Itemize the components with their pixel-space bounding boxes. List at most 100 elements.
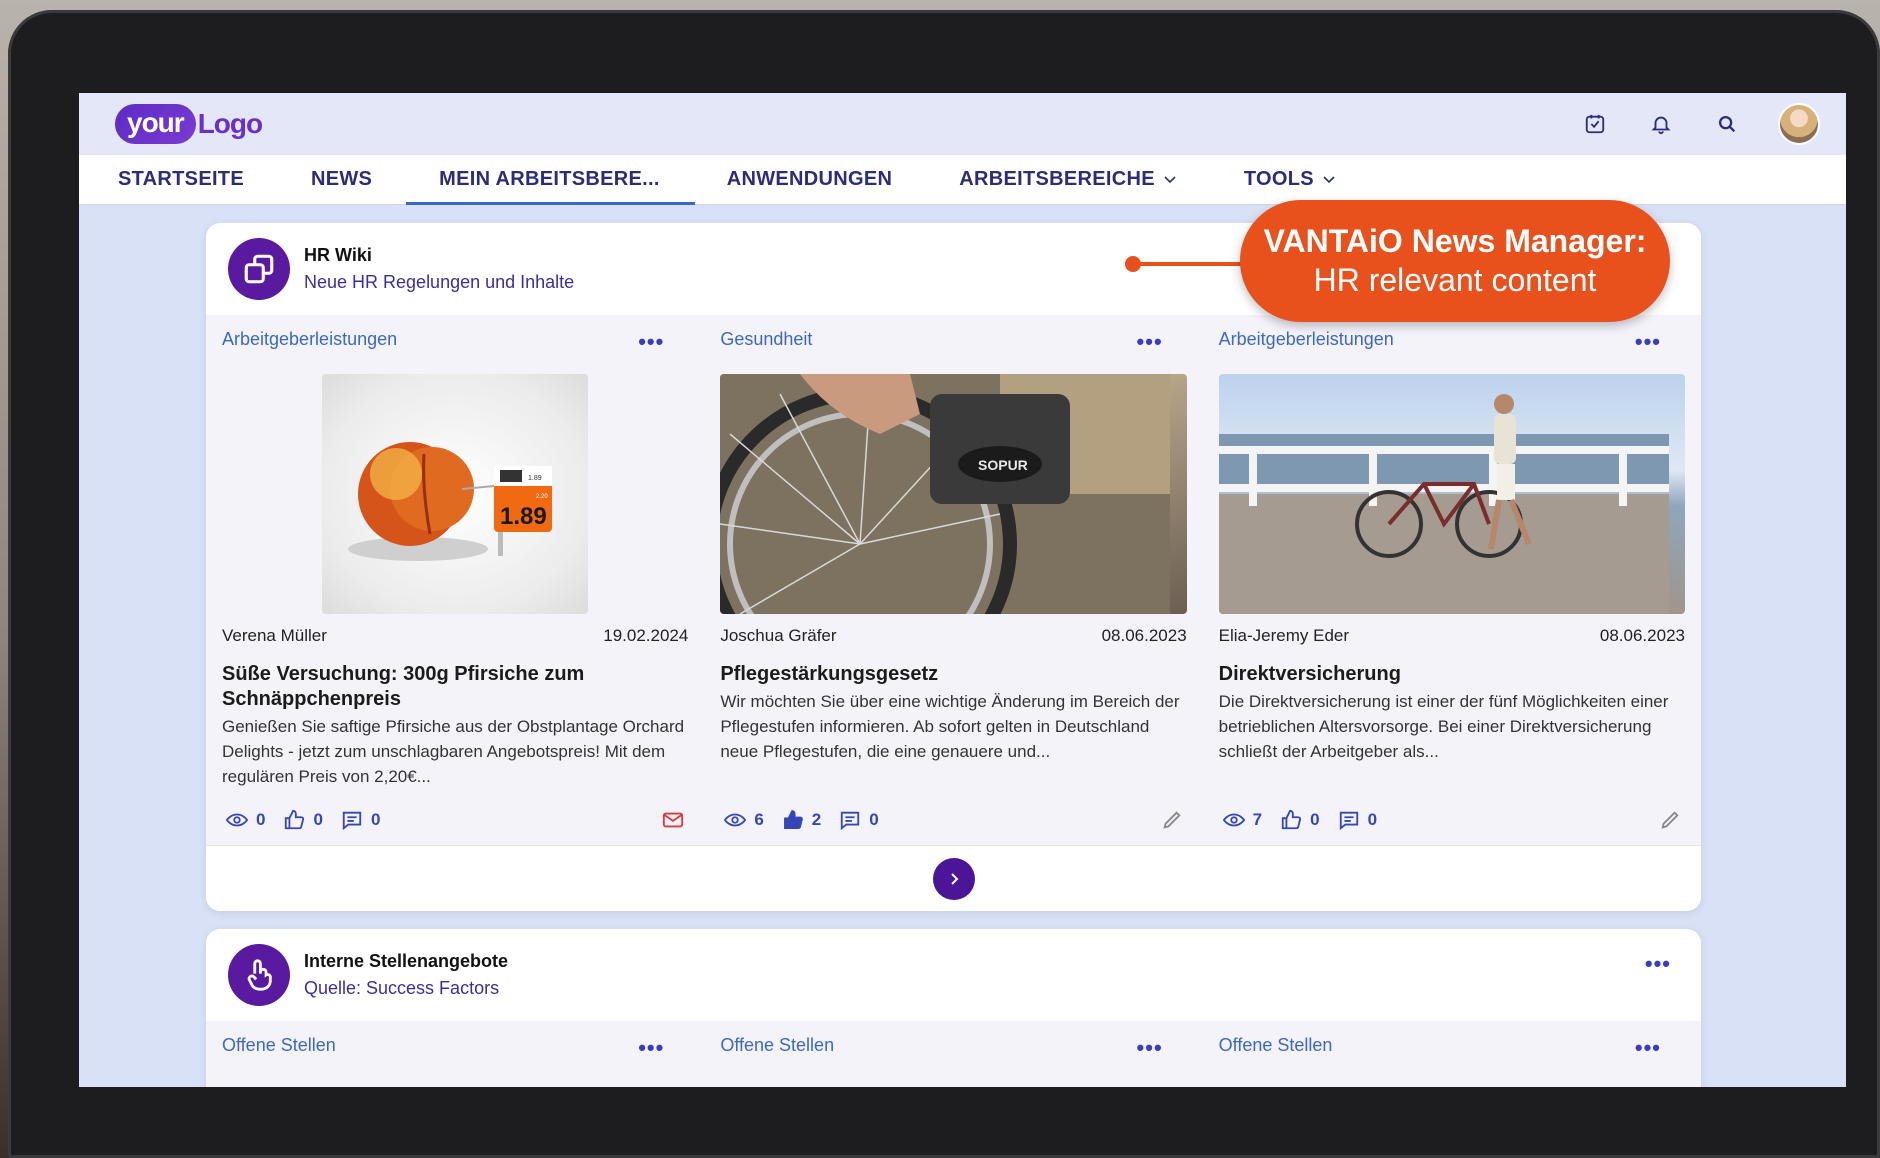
article-card[interactable]: Gesundheit ••• SOPUR Joschua Gräfer 08.0… (704, 315, 1202, 845)
article-card[interactable]: Arbeitgeberleistungen ••• (206, 315, 704, 845)
thumbs-up-icon (285, 809, 305, 830)
nav-label: ARBEITSBEREICHE (959, 168, 1155, 190)
views-count: 6 (754, 810, 764, 829)
article-title[interactable]: Süße Versuchung: 300g Pfirsiche zum Schn… (222, 662, 688, 712)
wheel-brand-label: SOPUR (978, 457, 1028, 473)
comment-icon (841, 811, 860, 831)
job-column[interactable]: Offene Stellen ••• (704, 1021, 1202, 1060)
wheelchair-icon: SOPUR (720, 374, 1171, 614)
price-label: 1.89 (500, 503, 547, 530)
article-meta: Elia-Jeremy Eder 08.06.2023 (1219, 626, 1685, 646)
job-column[interactable]: Offene Stellen ••• (206, 1021, 704, 1060)
thumbs-up-icon (1281, 809, 1302, 830)
job-column[interactable]: Offene Stellen ••• (1203, 1021, 1701, 1060)
search-icon[interactable] (1712, 109, 1742, 139)
comment-icon (1339, 811, 1358, 831)
article-category[interactable]: Gesundheit (720, 329, 1186, 350)
copy-icon (228, 238, 290, 300)
nav-arbeitsbereiche[interactable]: ARBEITSBEREICHE (959, 155, 1177, 205)
nav-label: TOOLS (1243, 168, 1314, 190)
article-title[interactable]: Pflegestärkungsgesetz (720, 662, 1186, 687)
edit-button[interactable] (1659, 809, 1681, 831)
jobs-area: Offene Stellen ••• Offene Stellen ••• Of… (206, 1021, 1701, 1087)
nav-label: NEWS (310, 168, 373, 190)
article-author: Joschua Gräfer (720, 626, 837, 645)
logo-part-your: your (115, 104, 196, 144)
mail-button[interactable] (662, 811, 684, 829)
mail-icon (663, 812, 684, 828)
top-bar: your Logo (79, 93, 1846, 155)
more-options-icon[interactable]: ••• (638, 329, 664, 355)
article-date: 08.06.2023 (1599, 626, 1685, 645)
views-stat: 7 (1222, 810, 1263, 830)
more-options-icon[interactable]: ••• (1635, 1035, 1661, 1061)
comment-button[interactable]: 0 (341, 809, 380, 831)
avatar[interactable] (1778, 103, 1820, 145)
article-stats: 0 0 0 (226, 809, 684, 831)
chevron-down-icon (1164, 175, 1176, 183)
job-category[interactable]: Offene Stellen (222, 1035, 688, 1056)
thumbs-up-filled-icon (783, 810, 803, 829)
article-image[interactable]: SOPUR (720, 374, 1187, 614)
bell-icon[interactable] (1646, 109, 1676, 139)
article-meta: Verena Müller 19.02.2024 (222, 626, 688, 646)
views-count: 7 (1252, 810, 1263, 829)
comment-button[interactable]: 0 (1338, 809, 1377, 831)
card-title: HR Wiki (304, 245, 372, 265)
card-title: Interne Stellenangebote (304, 951, 509, 971)
chevron-down-icon (1323, 175, 1335, 183)
job-category[interactable]: Offene Stellen (720, 1035, 1186, 1056)
peach-icon: 1.89 2.20 1.89 (348, 442, 552, 561)
next-page-button[interactable] (932, 857, 975, 900)
nav-startseite[interactable]: STARTSEITE (118, 155, 244, 205)
card-subtitle: Quelle: Success Factors (304, 978, 500, 998)
nav-anwendungen[interactable]: ANWENDUNGEN (727, 155, 893, 205)
article-category[interactable]: Arbeitgeberleistungen (1219, 329, 1685, 350)
more-options-icon[interactable]: ••• (1137, 329, 1163, 355)
article-teaser: Wir möchten Sie über eine wichtige Änder… (720, 692, 1180, 761)
likes-count: 0 (313, 810, 323, 829)
comments-count: 0 (370, 810, 381, 829)
like-button[interactable]: 2 (782, 809, 821, 831)
like-button[interactable]: 0 (1280, 809, 1320, 831)
logo[interactable]: your Logo (115, 104, 263, 144)
more-options-icon[interactable]: ••• (1645, 951, 1671, 977)
eye-icon (724, 813, 747, 827)
jobs-card: Interne Stellenangebote Quelle: Success … (206, 929, 1701, 1087)
article-teaser: Genießen Sie saftige Pfirsiche aus der O… (222, 717, 685, 786)
article-meta: Joschua Gräfer 08.06.2023 (720, 626, 1186, 646)
more-options-icon[interactable]: ••• (1635, 329, 1661, 355)
article-teaser: Die Direktversicherung ist einer der fün… (1218, 692, 1669, 761)
price-small-label: 1.89 (528, 475, 542, 482)
callout-line1: VANTAiO News Manager: (1263, 223, 1647, 259)
callout-dot (1125, 256, 1141, 272)
nav-news[interactable]: NEWS (311, 155, 372, 205)
nav-tools[interactable]: TOOLS (1244, 155, 1336, 205)
bicycle-icon (1218, 394, 1669, 614)
article-image[interactable]: 1.89 2.20 1.89 (322, 374, 589, 614)
views-stat: 6 (724, 810, 764, 830)
hr-wiki-card: HR Wiki Neue HR Regelungen und Inhalte A… (206, 223, 1701, 911)
inbox-icon[interactable] (1580, 109, 1610, 139)
comment-icon (342, 811, 362, 831)
comment-button[interactable]: 0 (839, 809, 879, 831)
nav-mein-arbeitsbereich[interactable]: MEIN ARBEITSBERE... (406, 155, 695, 205)
article-category[interactable]: Arbeitgeberleistungen (222, 329, 688, 350)
article-author: Verena Müller (222, 626, 327, 645)
edit-button[interactable] (1161, 809, 1183, 831)
job-category[interactable]: Offene Stellen (1219, 1035, 1685, 1056)
nav-label: MEIN ARBEITSBERE... (439, 168, 660, 190)
more-options-icon[interactable]: ••• (638, 1035, 664, 1061)
article-title[interactable]: Direktversicherung (1219, 662, 1685, 687)
article-image[interactable] (1218, 374, 1685, 614)
article-date: 08.06.2023 (1101, 626, 1187, 645)
pencil-icon (1163, 811, 1181, 829)
comments-count: 0 (1367, 810, 1378, 829)
callout-line2: HR relevant content (1313, 262, 1597, 298)
views-stat: 0 (226, 810, 265, 830)
like-button[interactable]: 0 (283, 809, 323, 831)
comments-count: 0 (869, 810, 879, 829)
article-card[interactable]: Arbeitgeberleistungen ••• (1203, 315, 1701, 845)
views-count: 0 (256, 810, 266, 829)
more-options-icon[interactable]: ••• (1137, 1035, 1163, 1061)
